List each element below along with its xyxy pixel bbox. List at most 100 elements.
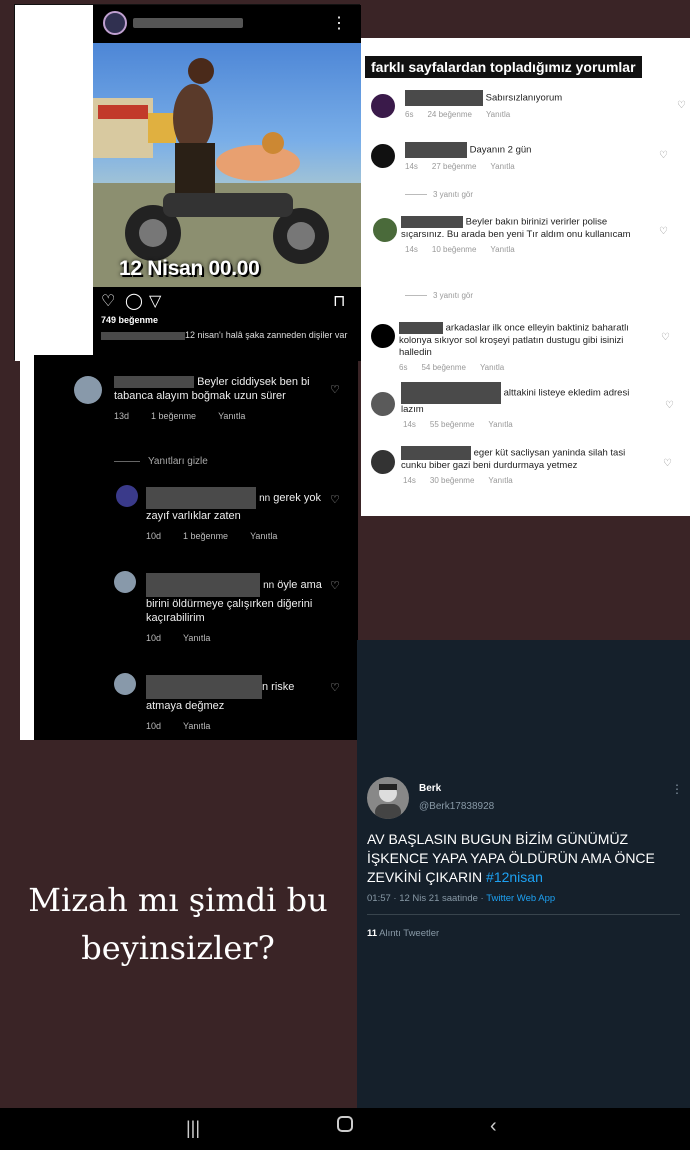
comment-time: 6s [399,362,408,372]
redacted-username [146,675,262,699]
comment-time: 14s [403,420,416,429]
reply-button[interactable]: Yanıtla [490,162,514,171]
post-actions: ♡ ◯ ▽ ⊓ [101,291,353,311]
redacted-username [146,573,260,597]
tweet-source-link[interactable]: Twitter Web App [486,893,555,904]
comment-likes[interactable]: 24 beğenme [427,110,471,119]
avatar[interactable] [74,376,102,404]
redacted-username [114,376,194,389]
redacted-username [401,446,471,460]
avatar[interactable] [371,324,395,348]
send-icon[interactable]: ▽ [149,291,161,311]
reply-button[interactable]: Yanıtla [183,633,210,643]
tweet-author-handle[interactable]: @Berk17838928 [419,801,494,812]
redacted-username [401,382,501,404]
quote-tweets-link[interactable]: 11 Alıntı Tweetler [367,928,439,939]
more-icon[interactable]: ⋮ [671,782,683,796]
dark-comments-screenshot: Beyler ciddiysek ben bi tabanca alayım b… [20,355,358,740]
reply-button[interactable]: Yanıtla [488,420,512,429]
heart-icon[interactable]: ♡ [659,150,668,161]
comment-likes[interactable]: 54 beğenme [421,363,465,372]
heart-icon[interactable]: ♡ [330,493,340,506]
comment-likes[interactable]: 27 beğenme [432,162,476,171]
comment-time: 10d [146,531,162,541]
avatar[interactable] [371,144,395,168]
comment-likes[interactable]: 10 beğenme [432,245,476,254]
home-icon[interactable] [337,1116,353,1132]
more-icon[interactable]: ⋮ [331,13,347,33]
likes-count[interactable]: 749 beğenme [101,315,158,325]
reply-button[interactable]: Yanıtla [218,411,245,421]
game-scene-illustration [93,58,361,287]
comment-likes[interactable]: 1 beğenme [183,531,228,541]
bookmark-icon[interactable]: ⊓ [333,291,345,311]
avatar[interactable] [114,571,136,593]
instagram-post-screenshot: ⋮ 12 Nisan 00.00 ♡ ◯ ▽ ⊓ 749 beğenme 12 … [14,4,361,361]
comment-time: 6s [405,110,414,119]
comment-likes[interactable]: 1 beğenme [151,411,196,421]
avatar-image [375,784,401,819]
character-head [262,132,284,154]
heart-icon[interactable]: ♡ [661,332,670,343]
avatar[interactable] [371,94,395,118]
recent-apps-icon[interactable]: ||| [186,1118,200,1139]
reply-button[interactable]: Yanıtla [490,245,514,254]
heart-icon[interactable]: ♡ [330,681,340,694]
comment: Beyler bakın birinizi verirler polise sı… [401,216,641,256]
tweet-author-name[interactable]: Berk [419,783,441,794]
avatar[interactable] [103,11,127,35]
reply-button[interactable]: Yanıtla [486,110,510,119]
reply-button[interactable]: Yanıtla [183,721,210,731]
character [173,84,213,152]
heart-icon[interactable]: ♡ [665,400,674,411]
post-caption: 12 nisan'ı halâ şaka zanneden dişiler va… [101,329,353,341]
avatar[interactable] [116,485,138,507]
comment: n riske atmaya değmez 10d Yanıtla [146,675,330,733]
comment-time: 14s [405,162,418,171]
avatar[interactable] [371,392,395,416]
avatar[interactable] [371,450,395,474]
redacted-username [401,216,463,228]
mention-fragment: nn [263,579,275,591]
avatar[interactable] [367,777,409,819]
instagram-post: ⋮ 12 Nisan 00.00 ♡ ◯ ▽ ⊓ 749 beğenme 12 … [93,5,361,361]
view-replies-button[interactable]: 3 yanıtı gör [405,291,473,300]
white-comments-screenshot: farklı sayfalardan topladığımız yorumlar… [361,38,690,516]
motorcycle-body [163,193,293,217]
comment-text: Sabırsızlanıyorum [485,92,563,104]
avatar[interactable] [373,218,397,242]
heart-icon[interactable]: ♡ [677,100,686,111]
tweet-screenshot: Berk @Berk17838928 ⋮ AV BAŞLASIN BUGUN B… [357,640,690,1108]
image-caption: 12 Nisan 00.00 [119,257,260,280]
heart-icon[interactable]: ♡ [330,579,340,592]
reply-button[interactable]: Yanıtla [488,476,512,485]
comment-likes[interactable]: 55 beğenme [430,420,474,429]
avatar[interactable] [114,673,136,695]
character-head [188,58,214,84]
comment: nn gerek yok zayıf varlıklar zaten 10d 1 … [146,487,330,543]
mention-fragment: nn [259,492,271,504]
back-icon[interactable]: ‹ [490,1115,497,1138]
comment-likes[interactable]: 30 beğenme [430,476,474,485]
reply-button[interactable]: Yanıtla [250,531,277,541]
post-header: ⋮ [93,5,361,43]
hide-replies-button[interactable]: Yanıtları gizle [114,455,208,469]
heart-icon[interactable]: ♡ [663,458,672,469]
heart-icon[interactable]: ♡ [330,383,340,396]
comment: eger küt sacliysan yaninda silah tasi cu… [401,446,651,487]
navigation-bar: ||| ‹ [0,1108,690,1150]
hashtag-link[interactable]: #12nisan [486,869,543,885]
comment-time: 14s [403,476,416,485]
comment-time: 10d [146,633,162,643]
hide-replies-label: Yanıtları gizle [148,456,208,467]
redacted-username [399,322,443,334]
comment: nn öyle ama birini öldürmeye çalışırken … [146,573,330,645]
divider [367,914,680,915]
heart-icon[interactable]: ♡ [659,226,668,237]
caption-text: 12 nisan'ı halâ şaka zanneden dişiler va… [185,330,348,340]
heart-icon[interactable]: ♡ [101,291,115,311]
view-replies-button[interactable]: 3 yanıtı gör [405,190,473,199]
comment-icon[interactable]: ◯ [125,291,143,311]
reply-button[interactable]: Yanıtla [480,363,504,372]
billboard-sign [98,105,148,119]
